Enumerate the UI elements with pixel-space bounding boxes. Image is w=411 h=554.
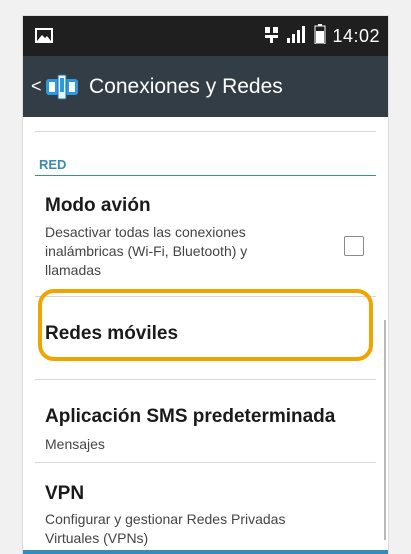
item-title: Modo avión [45,195,151,216]
back-chevron-icon[interactable]: < [31,76,42,97]
section-divider [35,175,376,176]
item-title: Aplicación SMS predeterminada [45,406,336,427]
settings-item-default-sms-app[interactable]: Aplicación SMS predeterminada Mensajes [23,380,388,464]
action-bar: < Conexiones y Redes [23,56,388,117]
item-subtitle: Mensajes [45,436,105,452]
image-notification-icon [35,28,53,43]
status-icons: 14:02 [264,23,380,49]
signal-icon [286,25,308,48]
status-bar: 14:02 [23,16,388,56]
scrollbar[interactable] [384,320,386,540]
highlight-annotation [38,289,373,361]
section-header-red: RED [39,157,67,172]
page-title: Conexiones y Redes [89,74,283,98]
item-subtitle: Configurar y gestionar Redes Privadas Vi… [45,511,286,546]
settings-item-vpn[interactable]: VPN Configurar y gestionar Redes Privada… [23,463,388,553]
battery-icon [314,23,326,49]
divider [35,131,376,132]
item-title: VPN [45,483,85,504]
clock: 14:02 [332,25,380,46]
phone-screen: 14:02 < Conexiones y Redes RED Modo avió… [22,15,389,554]
item-subtitle: Desactivar todas las conexiones inalámbr… [45,224,248,278]
airplane-mode-checkbox[interactable] [344,236,364,256]
bottom-accent-bar [23,550,388,554]
sim-icon [264,25,280,48]
settings-item-airplane-mode[interactable]: Modo avión Desactivar todas las conexion… [23,189,388,295]
network-settings-icon[interactable] [45,72,79,102]
